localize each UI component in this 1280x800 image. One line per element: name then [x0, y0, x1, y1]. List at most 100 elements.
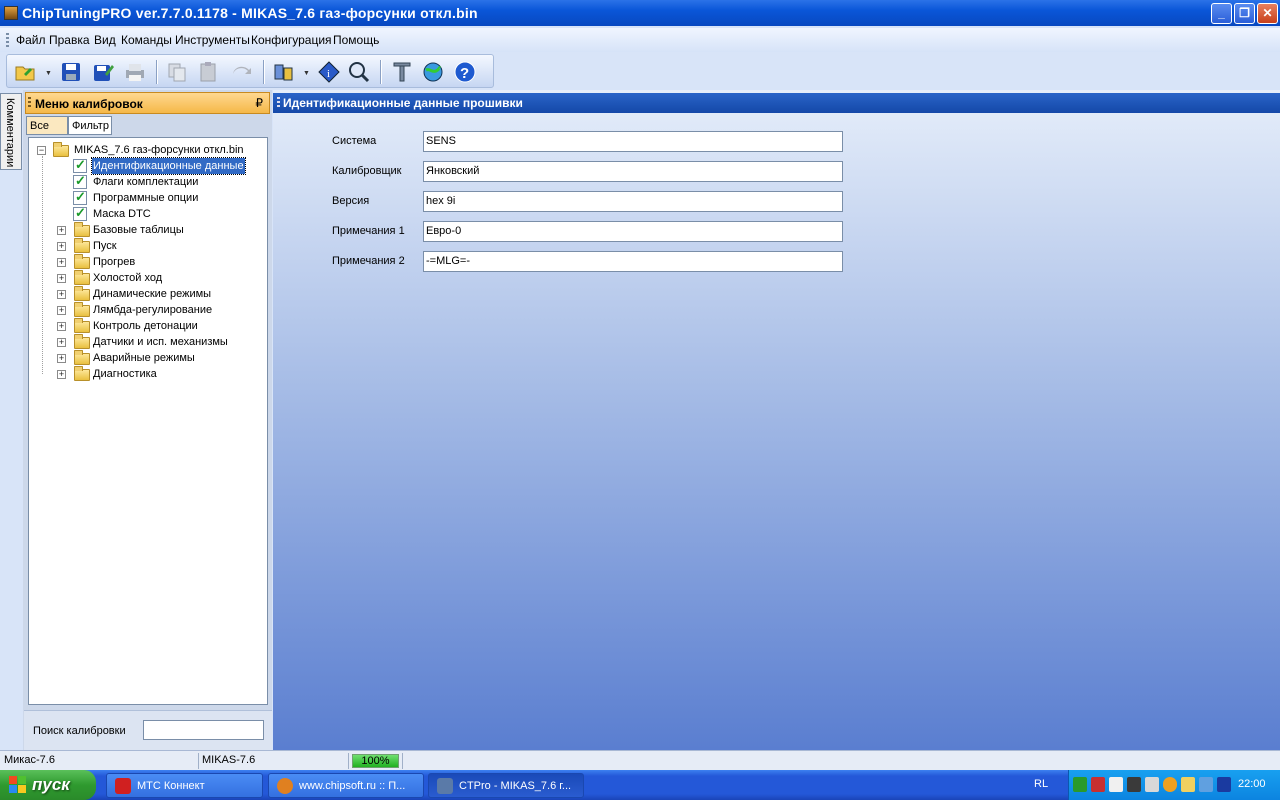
expand-icon[interactable]: +: [57, 322, 66, 331]
paste-icon[interactable]: [197, 60, 221, 84]
status-divider: [198, 753, 199, 769]
tree-folder-label: Базовые таблицы: [93, 224, 184, 236]
menu-configuration[interactable]: Конфигурация: [251, 33, 332, 47]
tray-network-icon[interactable]: [1091, 777, 1105, 792]
main-header: Идентификационные данные прошивки: [273, 93, 1280, 113]
menu-tools[interactable]: Инструменты: [175, 33, 250, 47]
collapse-icon[interactable]: −: [37, 146, 46, 155]
expand-icon[interactable]: +: [57, 338, 66, 347]
status-ecu-model: MIKAS-7.6: [202, 754, 256, 766]
tray-firefox-icon[interactable]: [1163, 777, 1177, 792]
web-update-icon[interactable]: [421, 60, 445, 84]
folder-icon: [74, 366, 90, 381]
calibration-tree: − MIKAS_7.6 газ-форсунки откл.bin Иденти…: [28, 137, 268, 705]
tray-device-icon[interactable]: [1145, 777, 1159, 792]
tree-item-label: Маска DTC: [93, 208, 151, 220]
settings-tools-icon[interactable]: [390, 60, 414, 84]
restore-button[interactable]: ❐: [1234, 3, 1255, 24]
expand-icon[interactable]: +: [57, 274, 66, 283]
taskbar-item-label: МТС Коннект: [137, 780, 205, 792]
taskbar-item-browser[interactable]: www.chipsoft.ru :: П...: [268, 773, 424, 798]
start-label: пуск: [32, 775, 70, 794]
tree-folder-label: Динамические режимы: [93, 288, 212, 300]
notes-2-field[interactable]: -=MLG=-: [423, 251, 843, 272]
open-folder-icon[interactable]: [14, 60, 38, 84]
save-icon[interactable]: [59, 60, 83, 84]
calibration-search-input[interactable]: [143, 720, 264, 740]
menu-file[interactable]: Файл: [16, 33, 46, 47]
field-label-notes-1: Примечания 1: [332, 225, 405, 237]
tree-item-label: Программные опции: [93, 192, 199, 204]
print-icon[interactable]: [123, 60, 147, 84]
tray-security-icon[interactable]: [1127, 777, 1141, 792]
toolbar: ▼ ▼ i ?: [6, 54, 494, 88]
folder-icon: [74, 238, 90, 253]
tree-folder-label: Пуск: [93, 240, 117, 252]
menu-grip: [6, 33, 9, 47]
field-label-system: Система: [332, 135, 377, 147]
version-field[interactable]: hex 9i: [423, 191, 843, 212]
tray-monitor-icon[interactable]: [1217, 777, 1231, 792]
status-ecu-type: Микас-7.6: [4, 754, 55, 766]
calibrator-field[interactable]: Янковский: [423, 161, 843, 182]
open-dropdown-icon[interactable]: ▼: [45, 70, 52, 77]
checked-calibration-icon: [73, 205, 87, 221]
tab-all[interactable]: Все: [26, 116, 68, 135]
tree-folder-label: Диагностика: [93, 368, 157, 380]
expand-icon[interactable]: +: [57, 226, 66, 235]
tray-display-icon[interactable]: [1199, 777, 1213, 792]
menu-commands[interactable]: Команды: [121, 33, 172, 47]
folder-icon: [74, 318, 90, 333]
window-title: ChipTuningPRO ver.7.7.0.1178 - MIKAS_7.6…: [22, 5, 478, 21]
status-divider: [348, 753, 349, 769]
expand-icon[interactable]: +: [57, 354, 66, 363]
taskbar-item-ctpro[interactable]: CTPro - MIKAS_7.6 г...: [428, 773, 584, 798]
expand-icon[interactable]: +: [57, 242, 66, 251]
checked-calibration-icon: [73, 157, 87, 173]
tree-folder-label: Холостой ход: [93, 272, 163, 284]
toolbar-separator: [263, 60, 264, 84]
compare-dropdown-icon[interactable]: ▼: [303, 70, 310, 77]
compare-icon[interactable]: [272, 60, 296, 84]
expand-icon[interactable]: +: [57, 258, 66, 267]
folder-icon: [74, 302, 90, 317]
menu-help[interactable]: Помощь: [333, 33, 379, 47]
comments-side-tab[interactable]: Комментарии: [0, 93, 22, 170]
close-button[interactable]: ✕: [1257, 3, 1278, 24]
taskbar-item-mts[interactable]: МТС Коннект: [106, 773, 263, 798]
minimize-button[interactable]: _: [1211, 3, 1232, 24]
status-bar: Микас-7.6 MIKAS-7.6 100%: [0, 750, 1280, 770]
tray-folder-icon[interactable]: [1181, 777, 1195, 792]
mts-app-icon: [115, 778, 131, 794]
info-icon[interactable]: i: [317, 60, 341, 84]
tab-filter[interactable]: Фильтр: [68, 116, 112, 135]
taskbar: пуск МТС Коннект www.chipsoft.ru :: П...…: [0, 770, 1280, 800]
toolbar-separator: [380, 60, 381, 84]
expand-icon[interactable]: +: [57, 370, 66, 379]
save-as-icon[interactable]: [91, 60, 115, 84]
system-field[interactable]: SENS: [423, 131, 843, 152]
menu-edit[interactable]: Правка: [49, 33, 90, 47]
search-icon[interactable]: [347, 60, 371, 84]
copy-icon[interactable]: [165, 60, 189, 84]
tree-item-label: Идентификационные данные: [91, 157, 246, 175]
pin-icon[interactable]: ₽: [255, 96, 263, 110]
undo-icon[interactable]: [229, 60, 253, 84]
language-indicator[interactable]: RL: [1034, 778, 1048, 790]
field-label-calibrator: Калибровщик: [332, 165, 402, 177]
start-button[interactable]: пуск: [0, 770, 96, 800]
notes-1-field[interactable]: Евро-0: [423, 221, 843, 242]
tree-root-label: MIKAS_7.6 газ-форсунки откл.bin: [74, 144, 244, 156]
folder-icon: [74, 270, 90, 285]
calibration-menu-title: Меню калибровок: [35, 97, 143, 111]
expand-icon[interactable]: +: [57, 290, 66, 299]
menu-bar: Файл Правка Вид Команды Инструменты Конф…: [0, 28, 1280, 52]
calibration-search-label: Поиск калибровки: [33, 725, 126, 737]
expand-icon[interactable]: +: [57, 306, 66, 315]
help-icon[interactable]: ?: [453, 60, 477, 84]
tray-app-icon[interactable]: [1073, 777, 1087, 792]
menu-view[interactable]: Вид: [94, 33, 116, 47]
tree-folder-label: Прогрев: [93, 256, 136, 268]
tray-volume-icon[interactable]: [1109, 777, 1123, 792]
taskbar-item-label: CTPro - MIKAS_7.6 г...: [459, 780, 572, 792]
